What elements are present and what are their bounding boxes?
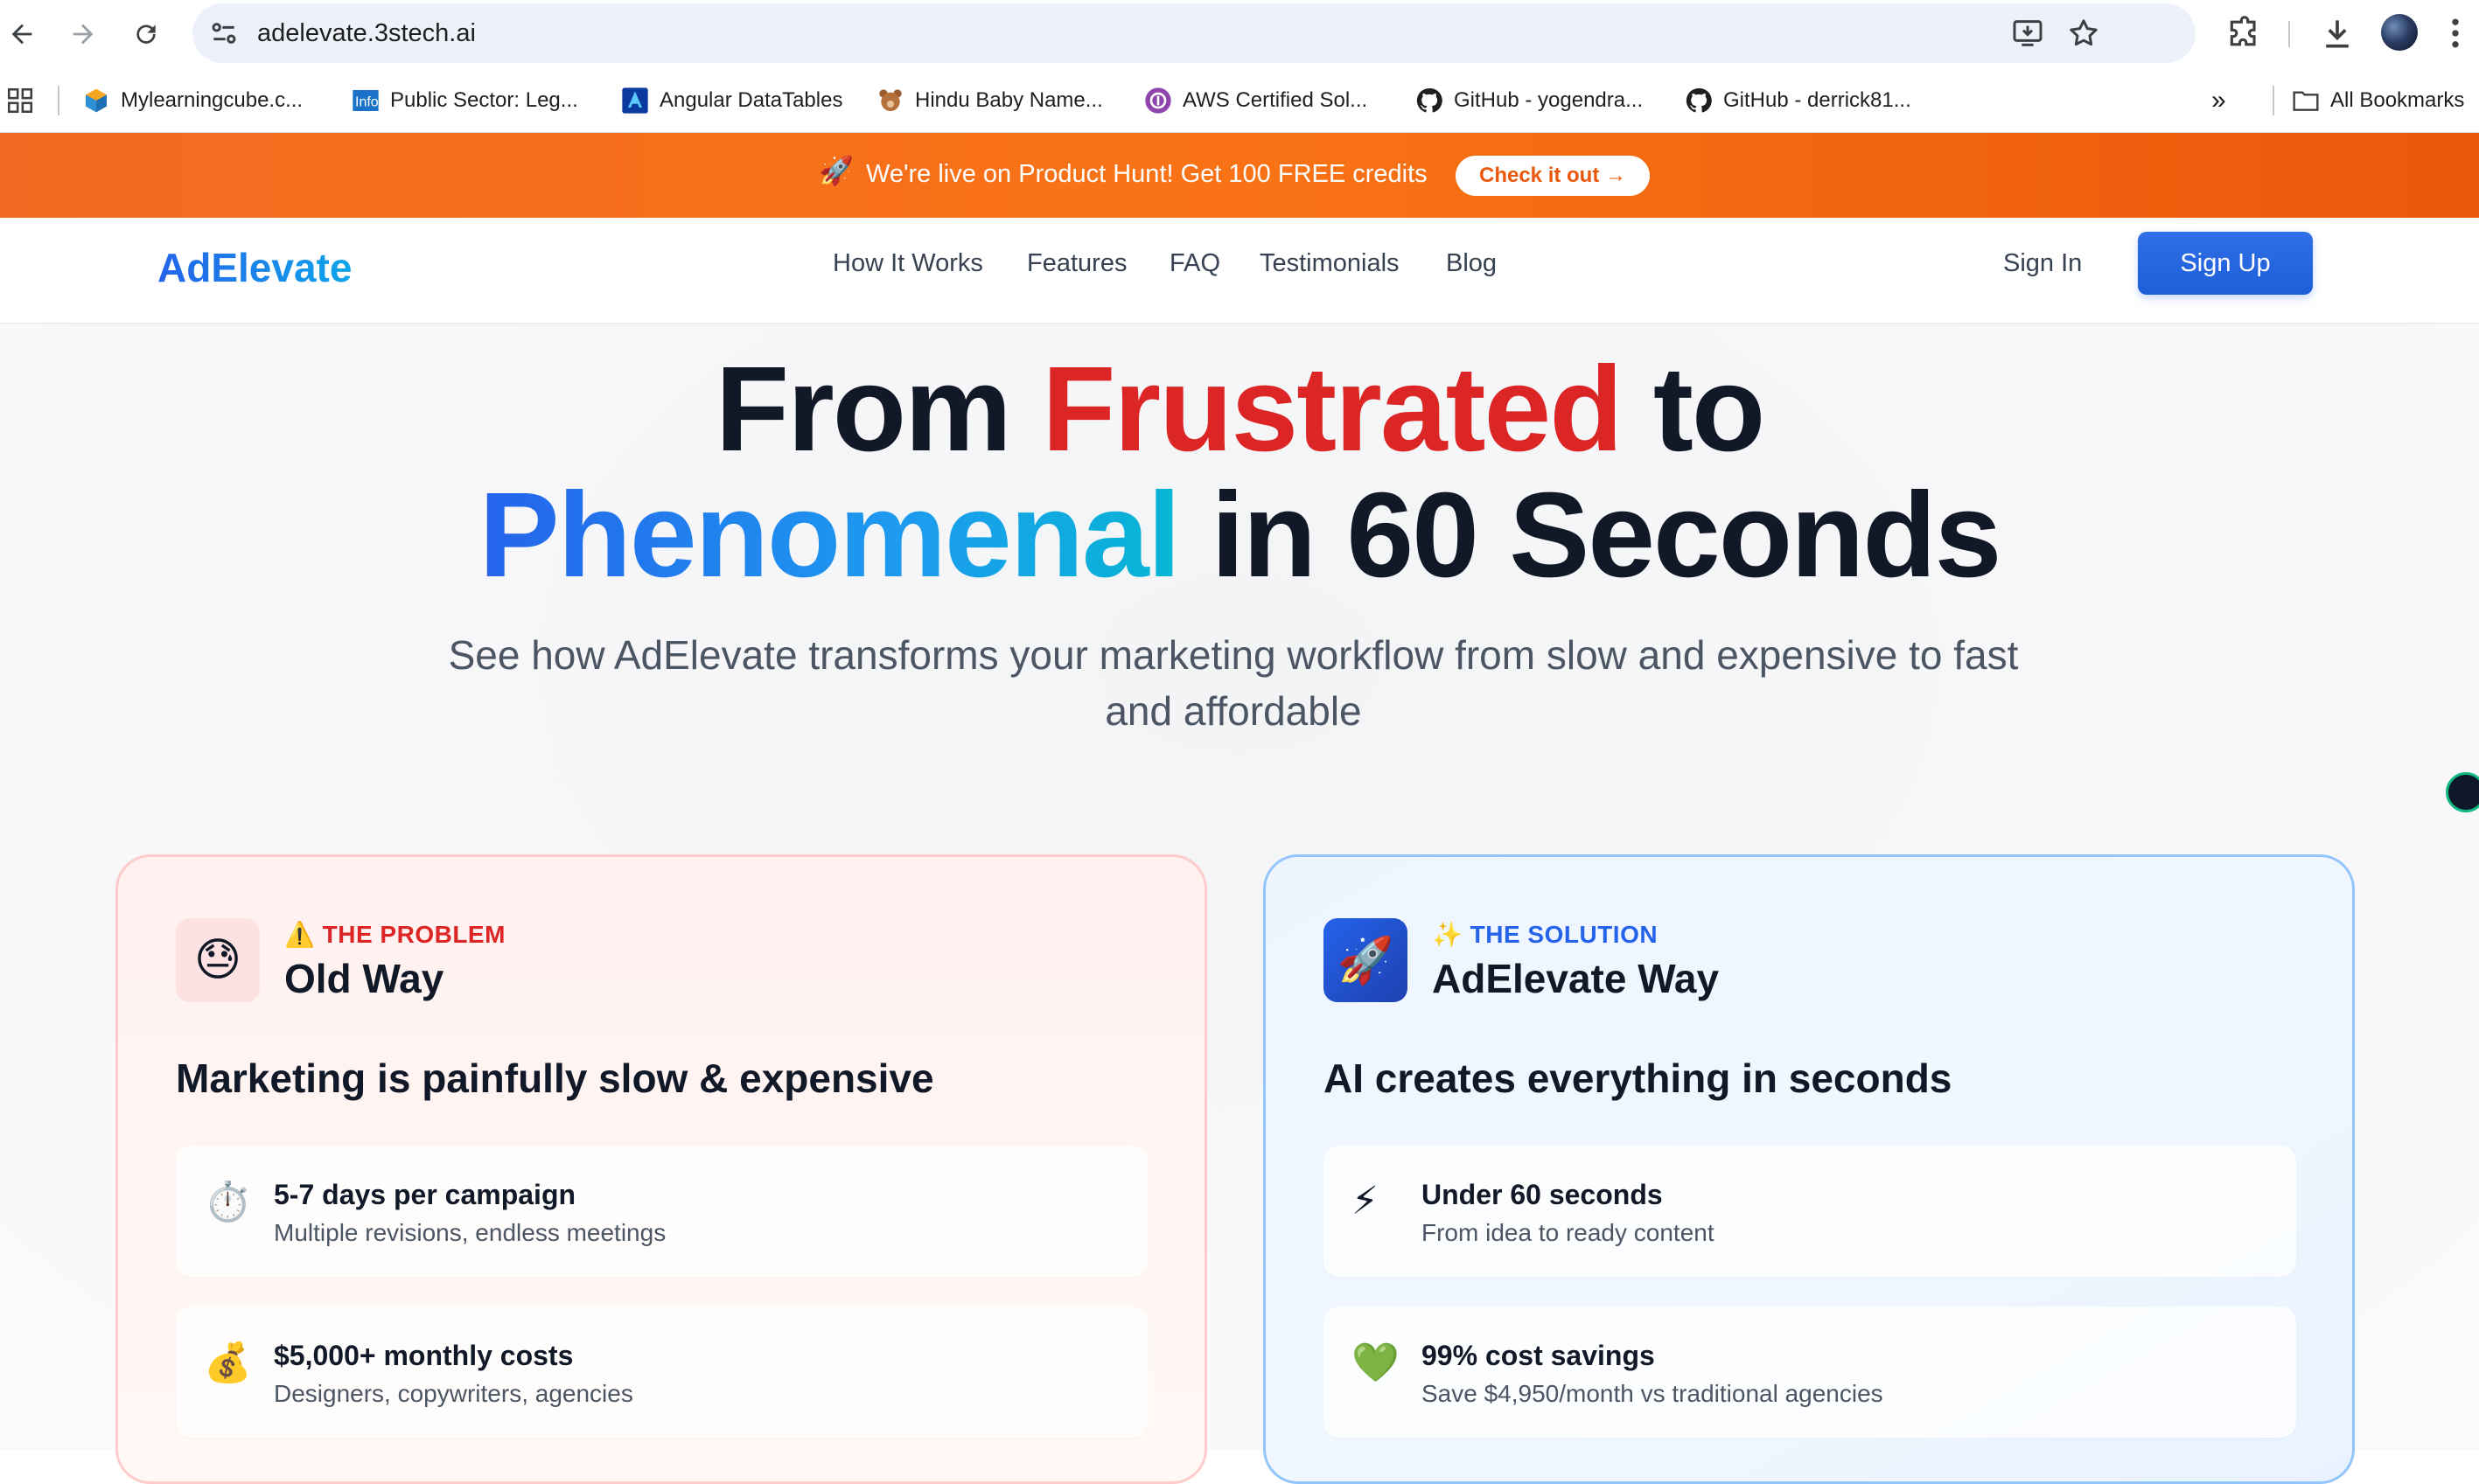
solution-item-desc: From idea to ready content (1421, 1219, 1714, 1246)
site-settings-icon[interactable] (206, 16, 241, 51)
aws-icon (1145, 87, 1171, 114)
url-text[interactable]: adelevate.3stech.ai (257, 19, 476, 48)
solution-card: 🚀 ✨ THE SOLUTION AdElevate Way AI create… (1263, 854, 2355, 1484)
solution-item-title: 99% cost savings (1421, 1340, 1655, 1371)
green-heart-icon: 💚 (1351, 1341, 1400, 1384)
bookmark-item[interactable]: GitHub - derrick81... (1685, 83, 1911, 118)
stopwatch-icon: ⏱️ (204, 1181, 252, 1223)
solution-item: ⚡ Under 60 seconds From idea to ready co… (1323, 1146, 2296, 1277)
banner-text: We're live on Product Hunt! Get 100 FREE… (866, 160, 1428, 188)
problem-item-desc: Designers, copywriters, agencies (274, 1380, 633, 1407)
problem-item: 💰 $5,000+ monthly costs Designers, copyw… (176, 1306, 1149, 1438)
phenomenal-word: Phenomenal (478, 468, 1182, 603)
solution-item: 💚 99% cost savings Save $4,950/month vs … (1323, 1306, 2296, 1438)
problem-item-title: 5-7 days per campaign (274, 1179, 576, 1210)
problem-tag: ⚠️ THE PROBLEM (284, 921, 506, 948)
frustrated-word: Frustrated (1042, 342, 1623, 477)
download-icon[interactable] (2318, 14, 2357, 52)
rocket-icon: 🚀 (1323, 918, 1407, 1002)
github-icon (1686, 87, 1712, 113)
solution-item-desc: Save $4,950/month vs traditional agencie… (1421, 1380, 1883, 1407)
nav-link-blog[interactable]: Blog (1446, 249, 1497, 278)
sign-in-link[interactable]: Sign In (2003, 249, 2082, 278)
extensions-icon[interactable] (2225, 14, 2264, 52)
bookmark-item[interactable]: Info Public Sector: Leg... (352, 83, 578, 118)
site-logo[interactable]: AdElevate (157, 244, 352, 291)
solution-item-title: Under 60 seconds (1421, 1179, 1663, 1210)
svg-text:Info: Info (355, 95, 379, 110)
hero-headline-line1: From Frustrated to (715, 342, 1765, 477)
teddy-icon (879, 89, 902, 111)
angular-icon (622, 87, 648, 114)
forward-icon[interactable] (61, 12, 105, 56)
address-bar[interactable]: adelevate.3stech.ai (192, 3, 2196, 63)
sweat-face-icon: 😓 (176, 918, 260, 1002)
problem-item-title: $5,000+ monthly costs (274, 1340, 574, 1371)
nav-link-how-it-works[interactable]: How It Works (833, 249, 983, 278)
solution-tag: ✨ THE SOLUTION (1432, 921, 1658, 948)
cube-icon (86, 88, 107, 113)
bookmark-item[interactable]: Mylearningcube.c... (82, 83, 303, 118)
bookmarks-divider (58, 86, 59, 115)
bookmark-item[interactable]: Hindu Baby Name... (876, 83, 1103, 118)
folder-icon (2293, 91, 2319, 111)
floating-widget-icon[interactable] (2446, 772, 2479, 812)
problem-card: 😓 ⚠️ THE PROBLEM Old Way Marketing is pa… (115, 854, 1207, 1484)
hero-headline-line2: Phenomenal in 60 Seconds (478, 468, 2002, 603)
apps-grid-icon[interactable] (5, 86, 35, 115)
promo-banner: 🚀 We're live on Product Hunt! Get 100 FR… (0, 133, 2479, 218)
nav-link-features[interactable]: Features (1027, 249, 1127, 278)
bookmark-item[interactable]: AWS Certified Sol... (1144, 83, 1367, 118)
browser-toolbar: adelevate.3stech.ai (0, 0, 2479, 68)
rocket-icon: 🚀 (819, 155, 854, 186)
site-header: AdElevate How It Works Features FAQ Test… (0, 218, 2479, 324)
solution-heading: AI creates everything in seconds (1323, 1056, 1952, 1101)
check-it-out-button[interactable]: Check it out → (1456, 156, 1650, 196)
bookmarks-bar: Mylearningcube.c... Info Public Sector: … (0, 68, 2479, 133)
bookmark-item[interactable]: GitHub - yogendra... (1415, 83, 1643, 118)
hero-section: From Frustrated to Phenomenal in 60 Seco… (0, 324, 2479, 1484)
info-icon: Info (353, 90, 379, 111)
lightning-icon: ⚡ (1351, 1180, 1379, 1223)
problem-item: ⏱️ 5-7 days per campaign Multiple revisi… (176, 1146, 1149, 1277)
github-icon (1416, 87, 1442, 113)
menu-kebab-icon[interactable] (2442, 14, 2469, 52)
sign-up-button[interactable]: Sign Up (2138, 232, 2313, 295)
all-bookmarks-button[interactable]: All Bookmarks (2292, 83, 2464, 118)
problem-heading: Marketing is painfully slow & expensive (176, 1056, 934, 1101)
bookmark-star-icon[interactable] (2066, 16, 2101, 51)
nav-link-testimonials[interactable]: Testimonials (1260, 249, 1400, 278)
problem-item-desc: Multiple revisions, endless meetings (274, 1219, 667, 1246)
bookmarks-divider (2273, 86, 2274, 115)
hero-subtitle: See how AdElevate transforms your market… (448, 632, 2019, 734)
toolbar-divider (2288, 21, 2290, 47)
back-icon[interactable] (0, 12, 44, 56)
nav-link-faq[interactable]: FAQ (1170, 249, 1220, 278)
profile-avatar[interactable] (2381, 14, 2418, 51)
solution-title: AdElevate Way (1432, 956, 1720, 1001)
install-app-icon[interactable] (2010, 16, 2045, 51)
bookmark-item[interactable]: Angular DataTables (621, 83, 842, 118)
reload-icon[interactable] (124, 12, 168, 56)
more-bookmarks-button[interactable]: » (2211, 83, 2226, 118)
money-bag-icon: 💰 (204, 1341, 252, 1384)
problem-title: Old Way (284, 956, 444, 1001)
